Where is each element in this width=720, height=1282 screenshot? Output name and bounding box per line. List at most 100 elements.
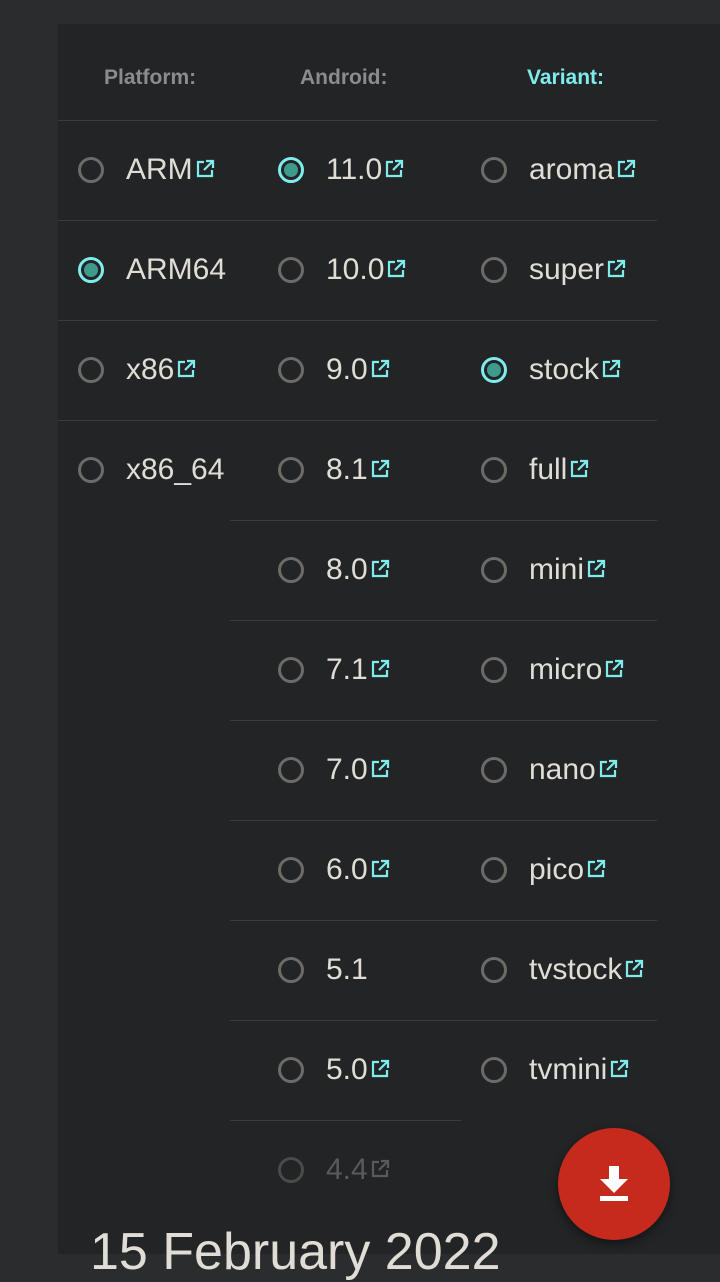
variant-radio[interactable]	[481, 1057, 507, 1083]
external-link-icon	[371, 659, 389, 678]
variant-option-aroma[interactable]: aroma	[481, 120, 636, 220]
download-button[interactable]	[558, 1128, 670, 1240]
variant-option-super[interactable]: super	[481, 220, 626, 320]
variant-option-tvstock[interactable]: tvstock	[481, 920, 644, 1020]
android-radio[interactable]	[278, 857, 304, 883]
platform-label-text: x86_64	[126, 453, 225, 486]
android-option-8-0[interactable]: 8.0	[278, 520, 390, 620]
android-option-6-0[interactable]: 6.0	[278, 820, 390, 920]
android-radio[interactable]	[278, 257, 304, 283]
variant-option-full[interactable]: full	[481, 420, 589, 520]
android-label-text: 5.0	[326, 1053, 368, 1086]
android-label: 7.0	[326, 753, 390, 787]
android-option-7-0[interactable]: 7.0	[278, 720, 390, 820]
variant-label-text: aroma	[529, 153, 615, 186]
variant-label: tvmini	[529, 1053, 629, 1087]
release-date: 15 February 2022	[90, 1223, 501, 1281]
android-option-5-1[interactable]: 5.1	[278, 920, 368, 1020]
variant-radio[interactable]	[481, 457, 507, 483]
platform-label-text: ARM64	[126, 253, 227, 286]
variant-label: micro	[529, 653, 624, 687]
variant-radio[interactable]	[481, 957, 507, 983]
external-link-icon	[178, 359, 196, 378]
variant-radio[interactable]	[481, 657, 507, 683]
variant-option-micro[interactable]: micro	[481, 620, 624, 720]
android-option-8-1[interactable]: 8.1	[278, 420, 390, 520]
variant-label: aroma	[529, 153, 636, 187]
external-link-icon	[587, 859, 606, 878]
variant-option-nano[interactable]: nano	[481, 720, 618, 820]
platform-label: ARM	[126, 153, 215, 187]
android-radio[interactable]	[278, 957, 304, 983]
variant-label: super	[529, 253, 626, 287]
variant-label: pico	[529, 853, 606, 887]
external-link-icon	[371, 559, 389, 578]
external-link-icon	[371, 759, 389, 778]
variant-label: mini	[529, 553, 606, 587]
platform-option-x86-64[interactable]: x86_64	[78, 420, 224, 520]
external-link-icon	[606, 659, 624, 678]
android-radio[interactable]	[278, 757, 304, 783]
external-link-icon	[587, 559, 606, 578]
external-link-icon	[617, 159, 636, 178]
android-label: 11.0	[326, 153, 404, 187]
platform-radio[interactable]	[78, 457, 104, 483]
android-radio[interactable]	[278, 157, 304, 183]
variant-option-tvmini[interactable]: tvmini	[481, 1020, 629, 1120]
external-link-icon	[371, 359, 389, 378]
android-option-9-0[interactable]: 9.0	[278, 320, 390, 420]
variant-header: Variant:	[527, 66, 605, 89]
platform-label: x86	[126, 353, 196, 387]
variant-label: nano	[529, 753, 618, 787]
external-link-icon	[371, 859, 389, 878]
external-link-icon	[607, 259, 626, 278]
platform-radio[interactable]	[78, 257, 104, 283]
variant-option-pico[interactable]: pico	[481, 820, 606, 920]
external-link-icon	[388, 259, 406, 278]
android-label-text: 7.0	[326, 753, 368, 786]
variant-radio[interactable]	[481, 157, 507, 183]
android-radio[interactable]	[278, 1057, 304, 1083]
platform-option-x86[interactable]: x86	[78, 320, 196, 420]
external-link-icon	[611, 1059, 629, 1078]
android-option-10-0[interactable]: 10.0	[278, 220, 406, 320]
android-label-text: 11.0	[326, 153, 383, 186]
android-header: Android:	[300, 66, 388, 89]
android-label-text: 4.4	[326, 1153, 368, 1186]
variant-label-text: nano	[529, 753, 596, 786]
external-link-icon	[599, 759, 617, 778]
variant-radio[interactable]	[481, 857, 507, 883]
android-option-11-0[interactable]: 11.0	[278, 120, 404, 220]
android-label-text: 7.1	[326, 653, 368, 686]
variant-radio[interactable]	[481, 757, 507, 783]
variant-label-text: mini	[529, 553, 585, 586]
android-label: 7.1	[326, 653, 390, 687]
platform-radio[interactable]	[78, 357, 104, 383]
android-radio[interactable]	[278, 357, 304, 383]
android-option-5-0[interactable]: 5.0	[278, 1020, 390, 1120]
android-radio[interactable]	[278, 457, 304, 483]
variant-radio[interactable]	[481, 357, 507, 383]
android-label: 5.1	[326, 953, 368, 987]
variant-label: full	[529, 453, 589, 487]
android-option-7-1[interactable]: 7.1	[278, 620, 390, 720]
android-radio[interactable]	[278, 557, 304, 583]
variant-radio[interactable]	[481, 557, 507, 583]
variant-label-text: tvmini	[529, 1053, 608, 1086]
android-label-text: 8.1	[326, 453, 368, 486]
variant-option-mini[interactable]: mini	[481, 520, 606, 620]
android-radio[interactable]	[278, 657, 304, 683]
android-label: 9.0	[326, 353, 390, 387]
external-link-icon	[371, 1159, 389, 1178]
variant-label-text: pico	[529, 853, 585, 886]
android-label: 6.0	[326, 853, 390, 887]
variant-label-text: stock	[529, 353, 600, 386]
variant-radio[interactable]	[481, 257, 507, 283]
variant-label-text: micro	[529, 653, 603, 686]
platform-option-ARM64[interactable]: ARM64	[78, 220, 226, 320]
variant-label-text: full	[529, 453, 568, 486]
variant-label: tvstock	[529, 953, 644, 987]
platform-radio[interactable]	[78, 157, 104, 183]
platform-option-ARM[interactable]: ARM	[78, 120, 215, 220]
variant-option-stock[interactable]: stock	[481, 320, 621, 420]
